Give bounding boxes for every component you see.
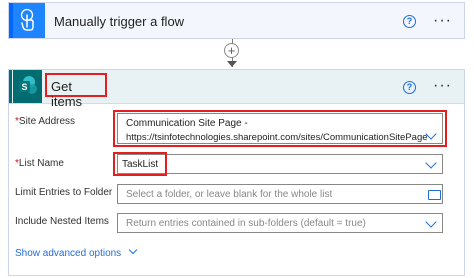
nested-items-placeholder: Return entries contained in sub-folders … [126, 218, 366, 229]
help-icon[interactable]: ? [403, 81, 416, 94]
limit-folder-placeholder: Select a folder, or leave blank for the … [126, 189, 333, 200]
limit-folder-field[interactable]: Select a folder, or leave blank for the … [117, 184, 443, 204]
action-title[interactable]: Get items [51, 79, 105, 109]
nested-items-dropdown[interactable]: Return entries contained in sub-folders … [117, 213, 443, 233]
sharepoint-icon: S [13, 70, 42, 103]
sharepoint-icon-letter: S [21, 82, 27, 92]
connector-arrow-icon [227, 61, 237, 67]
get-items-card: S Get items ? ··· *Site Address Communic… [8, 69, 465, 276]
site-address-label: *Site Address [15, 116, 76, 127]
list-name-label: *List Name [15, 158, 64, 169]
folder-icon[interactable] [428, 190, 441, 200]
chevron-down-icon [425, 216, 437, 228]
site-address-value-url: https://tsinfotechnologies.sharepoint.co… [126, 132, 428, 143]
site-address-dropdown[interactable]: Communication Site Page - https://tsinfo… [117, 113, 443, 144]
action-header[interactable]: S Get items ? ··· [9, 70, 464, 109]
action-accent-stripe [9, 70, 12, 103]
trigger-title[interactable]: Manually trigger a flow [54, 14, 184, 29]
limit-folder-label: Limit Entries to Folder [15, 187, 113, 198]
chevron-down-icon [425, 157, 437, 169]
hand-touch-icon [13, 3, 45, 38]
nested-items-label: Include Nested Items [15, 216, 109, 227]
add-step-button[interactable]: + [224, 43, 239, 58]
action-title-highlight: Get items [45, 73, 107, 109]
help-icon[interactable]: ? [403, 15, 416, 28]
trigger-card[interactable]: Manually trigger a flow ? ··· [8, 2, 465, 39]
show-advanced-options-link[interactable]: Show advanced options [15, 245, 138, 259]
list-name-value: TaskList [122, 159, 159, 170]
more-options-icon[interactable]: ··· [433, 13, 452, 29]
chevron-down-icon [128, 245, 138, 255]
list-name-highlight: TaskList [113, 152, 167, 176]
more-options-icon[interactable]: ··· [433, 78, 452, 94]
site-address-value-name: Communication Site Page - [126, 118, 248, 129]
